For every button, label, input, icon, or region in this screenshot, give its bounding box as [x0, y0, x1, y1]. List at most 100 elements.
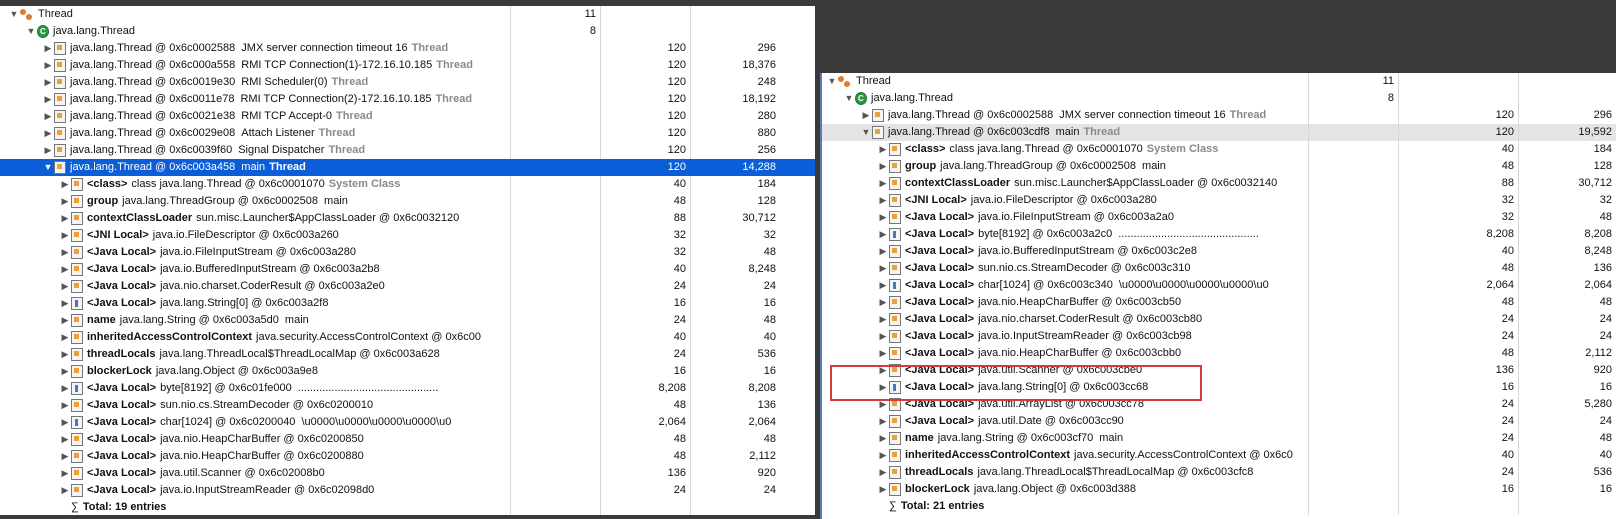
expand-arrow-icon[interactable]: ▶ — [59, 397, 71, 414]
expand-arrow-icon[interactable]: ▶ — [59, 329, 71, 346]
expand-arrow-icon[interactable]: ▶ — [877, 141, 889, 158]
tree-row[interactable]: ▶ <Java Local> java.util.Scanner @ 0x6c003… — [822, 362, 1616, 379]
expand-arrow-icon[interactable]: ▶ — [42, 91, 54, 108]
tree-row[interactable]: ▶ <Java Local> java.lang.String[0] @ 0x6c0… — [0, 295, 815, 312]
expand-arrow-icon[interactable]: ▶ — [59, 363, 71, 380]
tree-row[interactable]: ▼ java.lang.Thread @ 0x6c003a458 main Threa… — [0, 159, 815, 176]
expand-arrow-icon[interactable]: ▶ — [877, 311, 889, 328]
collapse-arrow-icon[interactable]: ▼ — [25, 23, 37, 40]
expand-arrow-icon[interactable]: ▶ — [42, 108, 54, 125]
expand-arrow-icon[interactable]: ▶ — [877, 430, 889, 447]
expand-arrow-icon[interactable]: ▶ — [877, 481, 889, 498]
expand-arrow-icon[interactable]: ▶ — [59, 448, 71, 465]
expand-arrow-icon[interactable]: ▶ — [42, 142, 54, 159]
right-object-tree[interactable]: ▼Thread11▼java.lang.Thread8▶java.lang.Th… — [820, 73, 1616, 519]
tree-row[interactable]: ▶ <Java Local> java.io.InputStreamReader @… — [0, 482, 815, 499]
expand-arrow-icon[interactable]: ▶ — [59, 193, 71, 210]
tree-row[interactable]: ▶ <Java Local> sun.nio.cs.StreamDecoder @ … — [0, 397, 815, 414]
tree-row[interactable]: ▶ inheritedAccessControlContext java.secur… — [0, 329, 815, 346]
tree-row[interactable]: ▶ java.lang.Thread @ 0x6c0002588 JMX serve… — [0, 40, 815, 57]
tree-row[interactable]: ▶ group java.lang.ThreadGroup @ 0x6c000250… — [0, 193, 815, 210]
expand-arrow-icon[interactable]: ▶ — [42, 125, 54, 142]
tree-row[interactable]: ▶ <Java Local> byte[8192] @ 0x6c003a2c0...… — [822, 226, 1616, 243]
expand-arrow-icon[interactable]: ▶ — [860, 107, 872, 124]
expand-arrow-icon[interactable]: ▶ — [877, 294, 889, 311]
expand-arrow-icon[interactable]: ▶ — [59, 295, 71, 312]
tree-row[interactable]: ▶ inheritedAccessControlContext java.secur… — [822, 447, 1616, 464]
expand-arrow-icon[interactable]: ▶ — [877, 413, 889, 430]
expand-arrow-icon[interactable]: ▶ — [59, 346, 71, 363]
tree-row[interactable]: ▶ contextClassLoader sun.misc.Launcher$App… — [822, 175, 1616, 192]
expand-arrow-icon[interactable]: ▶ — [59, 210, 71, 227]
tree-row[interactable]: ▶ blockerLock java.lang.Object @ 0x6c003a9… — [0, 363, 815, 380]
tree-row[interactable]: ▶ <Java Local> java.io.InputStreamReader @… — [822, 328, 1616, 345]
tree-row[interactable]: ▶ <JNI Local> java.io.FileDescriptor @ 0x6… — [0, 227, 815, 244]
expand-arrow-icon[interactable]: ▶ — [877, 260, 889, 277]
tree-row[interactable]: ▼ Thread 11 — [822, 73, 1616, 90]
collapse-arrow-icon[interactable]: ▼ — [860, 124, 872, 141]
expand-arrow-icon[interactable]: ▶ — [877, 243, 889, 260]
tree-row[interactable]: ▶ blockerLock java.lang.Object @ 0x6c003d3… — [822, 481, 1616, 498]
expand-arrow-icon[interactable]: ▶ — [877, 379, 889, 396]
collapse-arrow-icon[interactable]: ▼ — [8, 6, 20, 23]
tree-row[interactable]: ▶ java.lang.Thread @ 0x6c0029e08 Attach Li… — [0, 125, 815, 142]
tree-row[interactable]: ▶ name java.lang.String @ 0x6c003cf70 main 2… — [822, 430, 1616, 447]
tree-row[interactable]: ▶ contextClassLoader sun.misc.Launcher$App… — [0, 210, 815, 227]
tree-row[interactable]: ▶ <Java Local> java.lang.String[0] @ 0x6c0… — [822, 379, 1616, 396]
collapse-arrow-icon[interactable]: ▼ — [843, 90, 855, 107]
tree-row[interactable]: ▶ java.lang.Thread @ 0x6c0002588 JMX serve… — [822, 107, 1616, 124]
tree-row[interactable]: ▶ <class> class java.lang.Thread @ 0x6c000… — [0, 176, 815, 193]
tree-row[interactable]: ▶ name java.lang.String @ 0x6c003a5d0 main 2… — [0, 312, 815, 329]
tree-row[interactable]: ▼ java.lang.Thread @ 0x6c003cdf8 main Threa… — [822, 124, 1616, 141]
tree-row[interactable]: ▶ <Java Local> sun.nio.cs.StreamDecoder @ … — [822, 260, 1616, 277]
tree-row[interactable]: ▶ <Java Local> java.io.BufferedInputStream… — [822, 243, 1616, 260]
expand-arrow-icon[interactable]: ▶ — [877, 345, 889, 362]
tree-row[interactable]: ▶ threadLocals java.lang.ThreadLocal$Threa… — [822, 464, 1616, 481]
tree-row[interactable]: ▶ <class> class java.lang.Thread @ 0x6c000… — [822, 141, 1616, 158]
tree-row[interactable]: ▶ <Java Local> java.nio.charset.CoderResul… — [0, 278, 815, 295]
tree-row[interactable]: ▶ java.lang.Thread @ 0x6c0039f60 Signal Di… — [0, 142, 815, 159]
tree-row[interactable]: ▼ java.lang.Thread 8 — [0, 23, 815, 40]
expand-arrow-icon[interactable]: ▶ — [59, 380, 71, 397]
expand-arrow-icon[interactable]: ▶ — [59, 176, 71, 193]
expand-arrow-icon[interactable]: ▶ — [877, 192, 889, 209]
expand-arrow-icon[interactable]: ▶ — [59, 261, 71, 278]
expand-arrow-icon[interactable]: ▶ — [59, 431, 71, 448]
tree-row[interactable]: ▶ <Java Local> java.util.Date @ 0x6c003cc9… — [822, 413, 1616, 430]
expand-arrow-icon[interactable]: ▶ — [59, 414, 71, 431]
tree-row[interactable]: ▶ <Java Local> java.nio.charset.CoderResul… — [822, 311, 1616, 328]
expand-arrow-icon[interactable]: ▶ — [59, 482, 71, 499]
expand-arrow-icon[interactable]: ▶ — [877, 277, 889, 294]
expand-arrow-icon[interactable]: ▶ — [42, 57, 54, 74]
collapse-arrow-icon[interactable]: ▼ — [826, 73, 838, 90]
tree-row[interactable]: ▼ java.lang.Thread 8 — [822, 90, 1616, 107]
tree-row[interactable]: ▶ <Java Local> byte[8192] @ 0x6c01fe000...… — [0, 380, 815, 397]
tree-row[interactable]: ▼ Thread 11 — [0, 6, 815, 23]
tree-row[interactable]: ▶ threadLocals java.lang.ThreadLocal$Threa… — [0, 346, 815, 363]
tree-row[interactable]: ▶ <Java Local> java.io.FileInputStream @ 0… — [822, 209, 1616, 226]
left-object-tree[interactable]: ▼Thread11▼java.lang.Thread8▶java.lang.Th… — [0, 6, 815, 515]
tree-row[interactable]: ▶ <Java Local> java.io.BufferedInputStream… — [0, 261, 815, 278]
tree-row[interactable]: ▶ <Java Local> java.io.FileInputStream @ 0… — [0, 244, 815, 261]
expand-arrow-icon[interactable]: ▶ — [877, 158, 889, 175]
tree-row[interactable]: ▶ java.lang.Thread @ 0x6c000a558 RMI TCP C… — [0, 57, 815, 74]
tree-row[interactable]: ▶ <Java Local> java.nio.HeapCharBuffer @ 0… — [0, 431, 815, 448]
expand-arrow-icon[interactable]: ▶ — [877, 175, 889, 192]
tree-row[interactable]: ▶ java.lang.Thread @ 0x6c0019e30 RMI Sched… — [0, 74, 815, 91]
tree-row[interactable]: ▶ <Java Local> java.nio.HeapCharBuffer @ 0… — [0, 448, 815, 465]
expand-arrow-icon[interactable]: ▶ — [59, 278, 71, 295]
expand-arrow-icon[interactable]: ▶ — [877, 362, 889, 379]
tree-row[interactable]: ▶ <Java Local> char[1024] @ 0x6c0200040 \u0… — [0, 414, 815, 431]
expand-arrow-icon[interactable]: ▶ — [42, 40, 54, 57]
tree-row[interactable]: ▶ <Java Local> java.util.Scanner @ 0x6c020… — [0, 465, 815, 482]
tree-row[interactable]: ▶ <JNI Local> java.io.FileDescriptor @ 0x6… — [822, 192, 1616, 209]
tree-row[interactable]: ▶ java.lang.Thread @ 0x6c0021e38 RMI TCP A… — [0, 108, 815, 125]
tree-row[interactable]: ▶ <Java Local> char[1024] @ 0x6c003c340 \u0… — [822, 277, 1616, 294]
expand-arrow-icon[interactable]: ▶ — [59, 312, 71, 329]
expand-arrow-icon[interactable]: ▶ — [59, 227, 71, 244]
expand-arrow-icon[interactable]: ▶ — [877, 464, 889, 481]
tree-row[interactable]: ▶ <Java Local> java.util.ArrayList @ 0x6c0… — [822, 396, 1616, 413]
tree-row[interactable]: ▶ <Java Local> java.nio.HeapCharBuffer @ 0… — [822, 294, 1616, 311]
expand-arrow-icon[interactable]: ▶ — [59, 465, 71, 482]
expand-arrow-icon[interactable]: ▶ — [42, 74, 54, 91]
